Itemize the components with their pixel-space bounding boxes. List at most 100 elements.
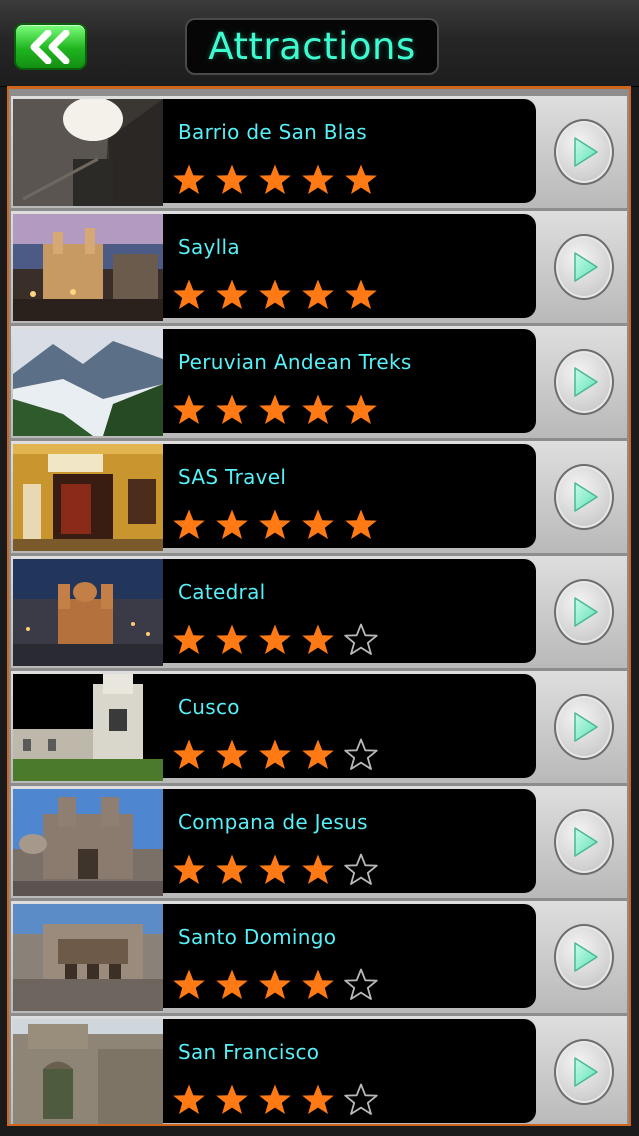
play-arrow-icon: [554, 1039, 614, 1105]
star-full-icon: [216, 509, 248, 539]
attraction-info: Catedral: [163, 559, 536, 663]
rating-stars: [172, 853, 387, 887]
star-full-icon: [216, 1084, 248, 1114]
attraction-name: Santo Domingo: [178, 925, 337, 949]
attraction-info: San Francisco: [163, 1019, 536, 1123]
back-button[interactable]: [14, 23, 87, 70]
play-arrow-icon: [554, 464, 614, 530]
star-full-icon: [259, 624, 291, 654]
open-attraction-button[interactable]: [541, 326, 627, 438]
star-full-icon: [173, 854, 205, 884]
star-full-icon: [259, 509, 291, 539]
play-arrow-icon: [554, 809, 614, 875]
star-full-icon: [216, 394, 248, 424]
attraction-name: Barrio de San Blas: [178, 120, 367, 144]
star-full-icon: [302, 624, 334, 654]
open-attraction-button[interactable]: [541, 441, 627, 553]
play-arrow-icon: [554, 349, 614, 415]
attraction-thumbnail: [13, 904, 163, 1011]
top-bar: Attractions: [0, 0, 639, 87]
attraction-name: Saylla: [178, 235, 240, 259]
open-attraction-button[interactable]: [541, 211, 627, 323]
play-arrow-icon: [554, 694, 614, 760]
star-full-icon: [302, 1084, 334, 1114]
open-attraction-button[interactable]: [541, 96, 627, 208]
rating-stars: [172, 968, 387, 1002]
star-empty-icon: [344, 1083, 378, 1115]
attraction-info: Compana de Jesus: [163, 789, 536, 893]
list-item[interactable]: Peruvian Andean Treks: [11, 326, 627, 438]
star-full-icon: [259, 739, 291, 769]
page-title-box: Attractions: [185, 18, 439, 75]
list-item[interactable]: Santo Domingo: [11, 901, 627, 1013]
star-full-icon: [302, 739, 334, 769]
rating-stars: [172, 738, 387, 772]
list-item[interactable]: Cusco: [11, 671, 627, 783]
star-full-icon: [216, 279, 248, 309]
rating-stars: [172, 163, 387, 197]
rating-stars: [172, 623, 387, 657]
attraction-name: Peruvian Andean Treks: [178, 350, 412, 374]
open-attraction-button[interactable]: [541, 1016, 627, 1124]
attraction-name: Compana de Jesus: [178, 810, 368, 834]
star-full-icon: [302, 279, 334, 309]
attractions-list[interactable]: Barrio de San Blas Saylla Peruvian Andea…: [7, 86, 631, 1126]
attraction-thumbnail: [13, 444, 163, 551]
open-attraction-button[interactable]: [541, 556, 627, 668]
play-arrow-icon: [554, 924, 614, 990]
play-arrow-icon: [554, 234, 614, 300]
star-full-icon: [259, 969, 291, 999]
attraction-thumbnail: [13, 99, 163, 206]
star-full-icon: [173, 739, 205, 769]
list-item[interactable]: Catedral: [11, 556, 627, 668]
star-full-icon: [345, 394, 377, 424]
play-arrow-icon: [554, 579, 614, 645]
attraction-name: San Francisco: [178, 1040, 320, 1064]
attraction-thumbnail: [13, 674, 163, 781]
star-full-icon: [173, 394, 205, 424]
star-full-icon: [259, 394, 291, 424]
attraction-thumbnail: [13, 789, 163, 896]
star-full-icon: [216, 854, 248, 884]
star-full-icon: [216, 969, 248, 999]
open-attraction-button[interactable]: [541, 786, 627, 898]
attraction-info: Barrio de San Blas: [163, 99, 536, 203]
star-empty-icon: [344, 853, 378, 885]
star-full-icon: [302, 509, 334, 539]
attraction-thumbnail: [13, 559, 163, 666]
attraction-thumbnail: [13, 329, 163, 436]
star-full-icon: [173, 1084, 205, 1114]
star-full-icon: [173, 969, 205, 999]
star-full-icon: [259, 164, 291, 194]
attraction-info: SAS Travel: [163, 444, 536, 548]
list-item[interactable]: Barrio de San Blas: [11, 96, 627, 208]
star-full-icon: [173, 279, 205, 309]
list-item[interactable]: San Francisco: [11, 1016, 627, 1124]
star-full-icon: [173, 624, 205, 654]
attraction-name: Cusco: [178, 695, 240, 719]
rating-stars: [172, 1083, 387, 1117]
star-full-icon: [302, 854, 334, 884]
double-chevron-left-icon: [30, 29, 69, 64]
star-full-icon: [259, 854, 291, 884]
star-full-icon: [345, 164, 377, 194]
list-item[interactable]: Compana de Jesus: [11, 786, 627, 898]
star-empty-icon: [344, 968, 378, 1000]
star-full-icon: [216, 164, 248, 194]
star-full-icon: [259, 279, 291, 309]
list-item[interactable]: SAS Travel: [11, 441, 627, 553]
attraction-info: Saylla: [163, 214, 536, 318]
star-full-icon: [302, 394, 334, 424]
attraction-name: SAS Travel: [178, 465, 287, 489]
attraction-thumbnail: [13, 1019, 163, 1124]
star-full-icon: [173, 164, 205, 194]
star-full-icon: [302, 969, 334, 999]
open-attraction-button[interactable]: [541, 901, 627, 1013]
star-empty-icon: [344, 738, 378, 770]
star-full-icon: [345, 279, 377, 309]
star-full-icon: [173, 509, 205, 539]
star-full-icon: [216, 739, 248, 769]
list-item[interactable]: Saylla: [11, 211, 627, 323]
star-full-icon: [345, 509, 377, 539]
open-attraction-button[interactable]: [541, 671, 627, 783]
